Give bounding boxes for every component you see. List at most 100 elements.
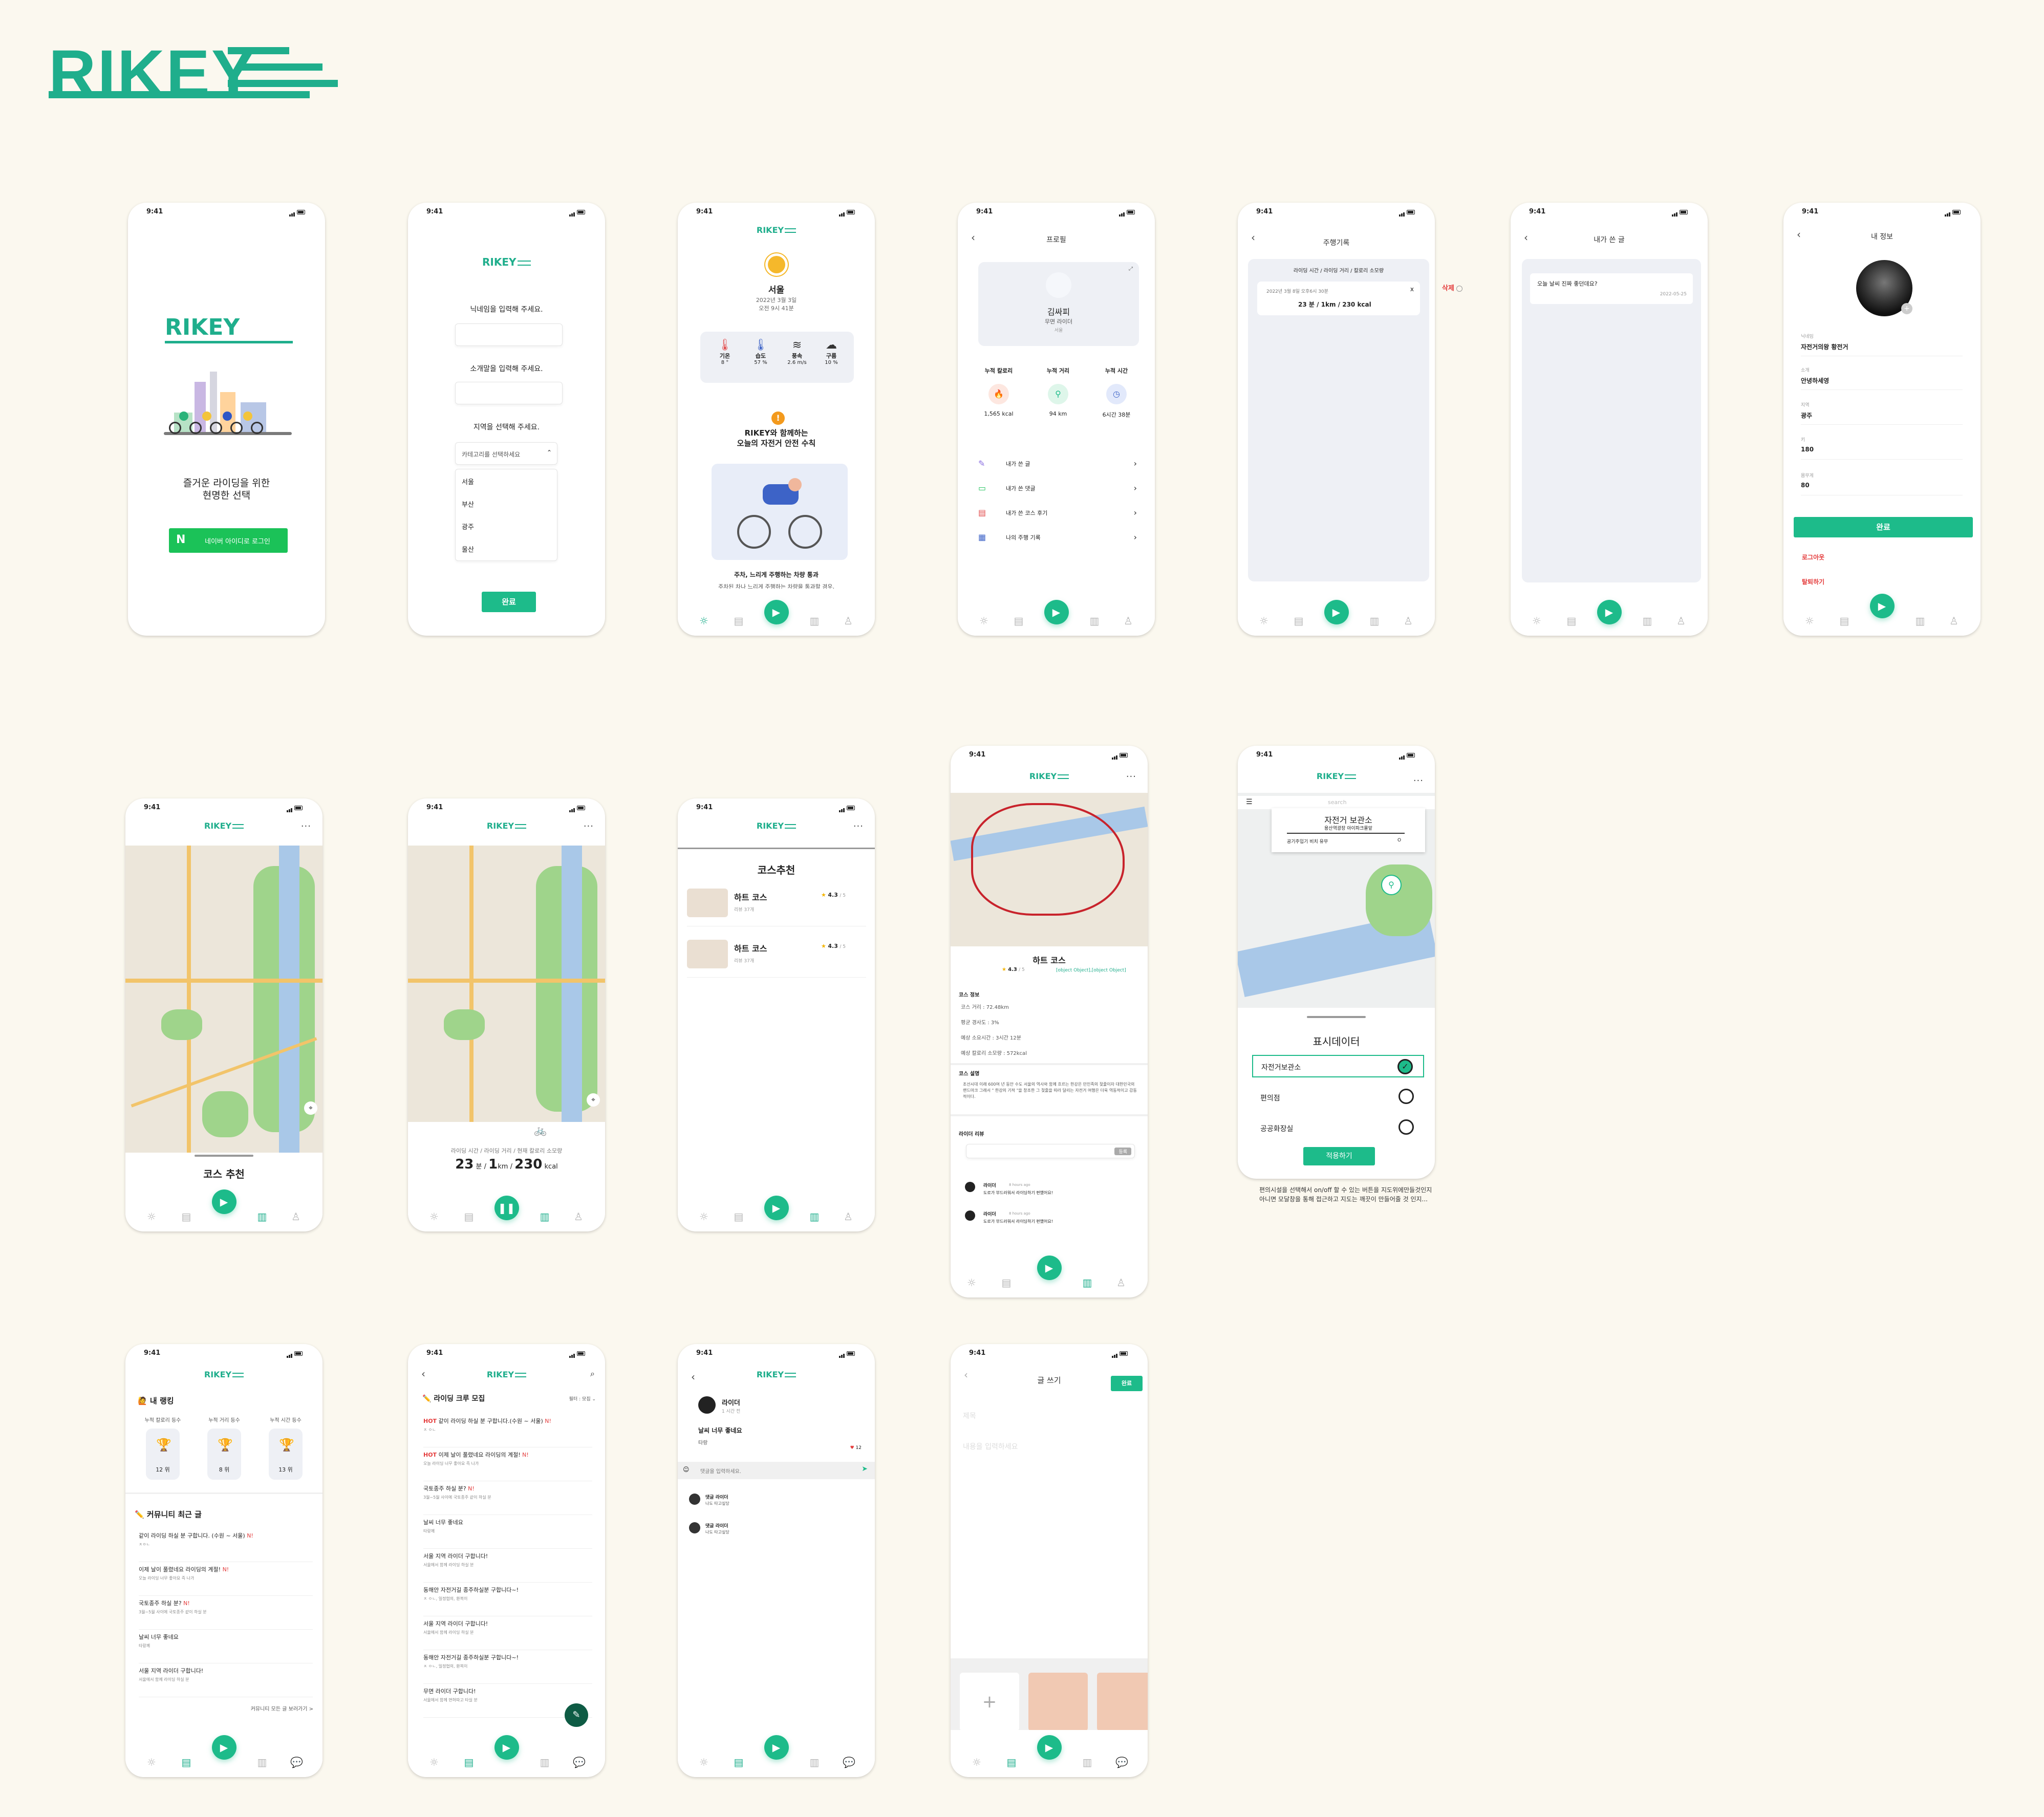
field-height[interactable]: 키 180 <box>1801 436 1963 460</box>
community-tab-icon[interactable]: ▤ <box>181 1211 192 1222</box>
menu-my-reviews[interactable]: ▤ 내가 쓴 코스 후기 › <box>978 508 1137 523</box>
community-tab-icon[interactable]: ▤ <box>181 1757 192 1768</box>
community-tab-icon[interactable]: ▤ <box>463 1757 475 1768</box>
list-item[interactable]: 서울 지역 라이더 구합니다! 서울에서 함께 라이딩 하실 분 <box>423 1549 592 1583</box>
map-tab-icon[interactable]: ▥ <box>1082 1757 1093 1768</box>
more-icon[interactable]: ··· <box>1413 775 1424 786</box>
add-image-button[interactable]: + <box>960 1673 1019 1731</box>
map-tab-icon[interactable]: ▥ <box>256 1211 268 1222</box>
post-card[interactable]: 오늘 날씨 진짜 좋던데요? 2022-05-25 <box>1530 273 1693 304</box>
option-restroom[interactable]: 공공화장실 <box>1252 1117 1424 1138</box>
locate-icon[interactable]: ⌖ <box>587 1093 600 1107</box>
map-tab-icon[interactable]: ▥ <box>256 1757 268 1768</box>
chat-tab-icon[interactable]: 💬 <box>843 1757 855 1768</box>
field-intro[interactable]: 소개 안녕하세영 <box>1801 366 1963 390</box>
pause-button[interactable]: ❚❚ <box>494 1196 519 1220</box>
withdraw-link[interactable]: 탈퇴하기 <box>1802 577 1824 586</box>
sun-tab-icon[interactable]: ☼ <box>1804 615 1815 626</box>
done-button[interactable]: 완료 <box>1794 517 1973 537</box>
course-item[interactable]: 하트 코스 리뷰 37개 ★ 4.3 / 5 <box>687 885 866 926</box>
profile-tab-icon[interactable]: ♙ <box>290 1211 302 1222</box>
logout-link[interactable]: 로그아웃 <box>1802 553 1824 561</box>
play-button[interactable]: ▶ <box>764 1735 789 1760</box>
list-item[interactable]: 이제 날이 풀렸네요 라이딩의 계절! N! 오늘 라이딩 너무 좋아요 즉 나가 <box>139 1562 313 1596</box>
plus-icon[interactable]: + <box>1901 303 1912 314</box>
map-tab-icon[interactable]: ▥ <box>539 1757 550 1768</box>
intro-input[interactable] <box>455 382 563 404</box>
comment-input[interactable]: ☺ 댓글을 입력하세요. ➤ <box>678 1462 875 1479</box>
play-button[interactable]: ▶ <box>1597 600 1622 624</box>
play-button[interactable]: ▶ <box>211 1189 236 1214</box>
body-input[interactable]: 내용을 입력하세요 <box>963 1441 1018 1452</box>
sun-tab-icon[interactable]: ☼ <box>978 615 989 626</box>
community-tab-icon[interactable]: ▤ <box>1013 615 1024 626</box>
option[interactable]: 울산 <box>462 544 474 554</box>
play-button[interactable]: ▶ <box>1324 600 1349 624</box>
community-tab-icon[interactable]: ▤ <box>733 615 744 626</box>
map-tab-icon[interactable]: ▥ <box>1369 615 1380 626</box>
more-icon[interactable]: ··· <box>1126 771 1136 782</box>
profile-tab-icon[interactable]: ♙ <box>1675 615 1687 626</box>
menu-my-comments[interactable]: ▭ 내가 쓴 댓글 › <box>978 483 1137 499</box>
menu-my-rides[interactable]: ▦ 나의 주행 기록 › <box>978 532 1137 548</box>
option[interactable]: 광주 <box>462 522 474 531</box>
sun-tab-icon[interactable]: ☼ <box>971 1757 982 1768</box>
map-tab-icon[interactable]: ▥ <box>1082 1277 1093 1288</box>
facility-popup[interactable]: 자전거 보관소 용산역광장 아이파크몰앞 공기주입기 비치 유무 O <box>1272 808 1425 852</box>
chat-tab-icon[interactable]: 💬 <box>290 1757 303 1768</box>
profile-tab-icon[interactable]: ♙ <box>843 1211 854 1222</box>
list-item[interactable]: 동해안 자전거길 종주하실분 구합니다~! ㅈ ㅇㄴ, 일정협의, 환복이 <box>423 1650 592 1684</box>
more-icon[interactable]: ··· <box>301 821 311 832</box>
sun-tab-icon[interactable]: ☼ <box>698 1757 709 1768</box>
profile-tab-icon[interactable]: ♙ <box>1948 615 1960 626</box>
option[interactable]: 서울 <box>462 477 474 486</box>
search-icon[interactable]: ⌕ <box>590 1369 595 1379</box>
map-tab-icon[interactable]: ▥ <box>1089 615 1100 626</box>
list-item[interactable]: 동해안 자전거길 종주하실분 구합니다~! ㅈ ㅇㄴ, 일정협의, 환복이 <box>423 1583 592 1616</box>
play-button[interactable]: ▶ <box>494 1735 519 1760</box>
course-map[interactable] <box>951 793 1148 946</box>
play-button[interactable]: ▶ <box>1044 600 1069 624</box>
apply-button[interactable]: 적용하기 <box>1303 1147 1375 1165</box>
list-item[interactable]: 서울 지역 라이더 구합니다! 서울에서 함께 라이딩 하실 분 <box>139 1663 313 1697</box>
filter[interactable]: 필터 : 모집 ⌄ <box>569 1395 596 1402</box>
record-card[interactable]: 2022년 3월 8일 오후6시 30분 23 분 / 1km / 230 kc… <box>1257 282 1420 315</box>
community-tab-icon[interactable]: ▤ <box>733 1757 744 1768</box>
profile-tab-icon[interactable]: ♙ <box>1115 1277 1127 1288</box>
sheet-handle[interactable] <box>195 1155 253 1157</box>
profile-tab-icon[interactable]: ♙ <box>1403 615 1414 626</box>
map-tab-icon[interactable]: ▥ <box>1914 615 1926 626</box>
done-button[interactable]: 완료 <box>482 592 536 612</box>
review-input[interactable]: 등록 <box>966 1144 1135 1158</box>
play-button[interactable]: ▶ <box>764 600 789 624</box>
list-item[interactable]: 날씨 너무 좋네요 타랑께 <box>139 1630 313 1663</box>
title-input[interactable]: 제목 <box>963 1411 976 1421</box>
sun-tab-icon[interactable]: ☼ <box>698 1211 709 1222</box>
sheet-handle[interactable] <box>1307 1016 1366 1018</box>
play-button[interactable]: ▶ <box>1869 594 1895 618</box>
field-region[interactable]: 지역 광주 <box>1801 401 1963 425</box>
map[interactable]: ☰ search 자전거 보관소 용산역광장 아이파크몰앞 공기주입기 비치 유… <box>1238 793 1435 1008</box>
nickname-input[interactable] <box>455 323 563 346</box>
option[interactable]: 부산 <box>462 499 474 509</box>
image-thumbnail[interactable] <box>1097 1673 1148 1731</box>
community-tab-icon[interactable]: ▤ <box>1293 615 1304 626</box>
community-tab-icon[interactable]: ▤ <box>1839 615 1850 626</box>
option-bike-storage[interactable]: 자전거보관소 ✓ <box>1252 1055 1424 1077</box>
play-button[interactable]: ▶ <box>1037 1256 1062 1280</box>
review-submit-button[interactable]: 등록 <box>1114 1148 1131 1155</box>
sun-tab-icon[interactable]: ☼ <box>146 1757 157 1768</box>
community-tab-icon[interactable]: ▤ <box>1001 1277 1012 1288</box>
sun-tab-icon[interactable]: ☼ <box>146 1211 157 1222</box>
more-icon[interactable]: ··· <box>584 821 594 832</box>
locate-icon[interactable]: ⌖ <box>304 1101 317 1115</box>
option-convenience[interactable]: 편의점 <box>1252 1087 1424 1107</box>
close-icon[interactable]: x <box>1410 286 1414 293</box>
chat-tab-icon[interactable]: 💬 <box>1115 1757 1128 1768</box>
more-icon[interactable]: ··· <box>853 821 864 832</box>
chat-tab-icon[interactable]: 💬 <box>573 1757 586 1768</box>
region-select[interactable]: 카테고리를 선택하세요 ⌃ <box>455 442 557 465</box>
list-item[interactable]: 날씨 너무 좋네요 타랑께 <box>423 1515 592 1549</box>
image-thumbnail[interactable] <box>1028 1673 1088 1731</box>
list-item[interactable]: 같이 라이딩 하실 분 구합니다. (수원 ~ 서울) N! ㅈㅇㄴ <box>139 1528 313 1562</box>
